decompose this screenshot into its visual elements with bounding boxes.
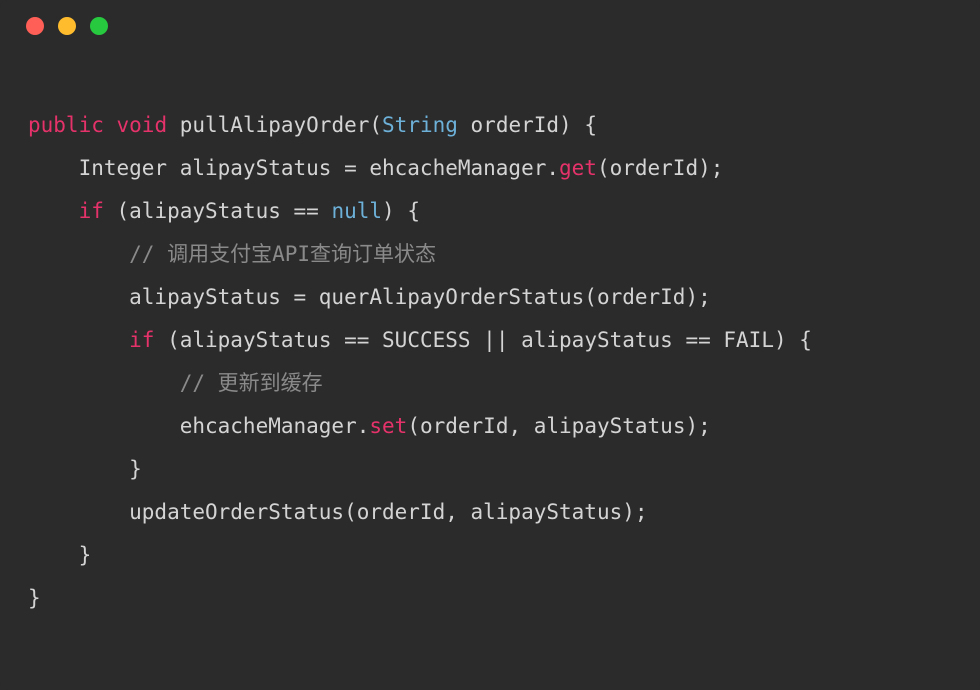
keyword-if: if [129,328,154,352]
keyword-if: if [79,199,104,223]
keyword-public: public [28,113,104,137]
code-text: (orderId, alipayStatus); [407,414,710,438]
type-string: String [382,113,458,137]
code-text: orderId) { [458,113,597,137]
comment: // 调用支付宝API查询订单状态 [129,242,436,266]
comment: // 更新到缓存 [180,371,323,395]
code-text: ehcacheManager. [28,414,369,438]
code-text: Integer alipayStatus = ehcacheManager. [28,156,559,180]
code-block: public void pullAlipayOrder(String order… [0,52,980,690]
code-text [28,371,180,395]
code-window: public void pullAlipayOrder(String order… [0,0,980,690]
keyword-null: null [331,199,382,223]
code-text [28,242,129,266]
code-text [28,199,79,223]
keyword-void: void [117,113,168,137]
method-set: set [369,414,407,438]
code-text: ) { [382,199,420,223]
window-titlebar [0,0,980,52]
code-text: } [28,457,142,481]
code-text: updateOrderStatus(orderId, alipayStatus)… [28,500,648,524]
code-text: alipayStatus = querAlipayOrderStatus(ord… [28,285,711,309]
code-text: } [28,586,41,610]
maximize-icon[interactable] [90,17,108,35]
code-text [28,328,129,352]
code-text: (alipayStatus == SUCCESS || alipayStatus… [154,328,811,352]
code-text: } [28,543,91,567]
code-text: (alipayStatus == [104,199,332,223]
minimize-icon[interactable] [58,17,76,35]
close-icon[interactable] [26,17,44,35]
code-text: (orderId); [597,156,723,180]
method-get: get [559,156,597,180]
code-text: pullAlipayOrder( [167,113,382,137]
